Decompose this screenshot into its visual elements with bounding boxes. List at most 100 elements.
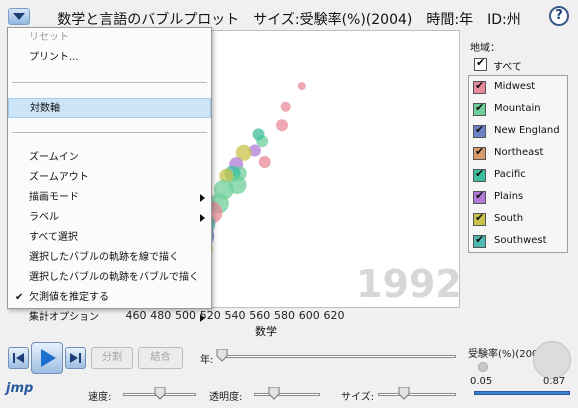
menu-item[interactable]: 選択したバブルの軌跡をバブルで描く bbox=[8, 268, 211, 288]
legend-checkbox[interactable]: ✔ bbox=[473, 101, 486, 116]
legend-panel: ✔ Midwest ✔ Mountain ✔ New England ✔ Northeast ✔… bbox=[468, 75, 568, 253]
context-menu: リセットプリント... 対数軸ズームインズームアウト 描画モードラベルすべて選択選択… bbox=[7, 27, 212, 323]
legend-title: 地域： bbox=[470, 43, 500, 54]
legend-checkbox[interactable]: ✔ bbox=[473, 145, 486, 160]
combine-button[interactable]: 結合 bbox=[138, 347, 183, 369]
menu-item[interactable]: 対数軸 bbox=[8, 98, 211, 118]
split-button[interactable]: 分割 bbox=[91, 347, 133, 369]
menu-item-label: ズームアウト bbox=[29, 172, 89, 183]
chevron-right-icon bbox=[200, 194, 205, 202]
play-icon bbox=[41, 349, 56, 367]
menu-item[interactable]: 集計オプション bbox=[8, 308, 211, 328]
legend-all-label: すべて bbox=[493, 62, 522, 73]
menu-item[interactable]: ズームイン bbox=[8, 148, 211, 168]
bubble-size-range-track[interactable] bbox=[474, 391, 570, 395]
checkmark-icon: ✔ bbox=[475, 123, 485, 136]
menu-item-label: すべて選択 bbox=[29, 232, 78, 243]
checkmark-icon: ✔ bbox=[15, 292, 24, 303]
legend-item-label: Mountain bbox=[494, 103, 541, 114]
bubble[interactable] bbox=[297, 82, 306, 91]
menu-item: リセット bbox=[8, 28, 211, 48]
legend-item[interactable]: ✔ New England bbox=[473, 123, 565, 140]
menu-item[interactable]: 欠測値を推定する ✔ bbox=[8, 288, 211, 308]
year-slider-thumb[interactable] bbox=[216, 349, 228, 362]
legend-item-label: Pacific bbox=[494, 169, 526, 180]
menu-item[interactable]: すべて選択 bbox=[8, 228, 211, 248]
legend-item-label: New England bbox=[494, 125, 560, 136]
menu-separator bbox=[12, 132, 207, 134]
forward-button[interactable] bbox=[65, 347, 86, 369]
legend-item-label: Plains bbox=[494, 191, 524, 202]
bubble[interactable] bbox=[276, 119, 288, 132]
menu-item-label: ラベル bbox=[29, 212, 59, 223]
legend-checkbox[interactable]: ✔ bbox=[473, 233, 486, 248]
bubble-size-min-marker bbox=[478, 362, 488, 372]
menu-separator bbox=[12, 82, 207, 84]
bubble[interactable] bbox=[280, 101, 291, 112]
skip-back-icon bbox=[13, 353, 24, 363]
year-slider-track[interactable] bbox=[218, 355, 456, 358]
transparency-slider-track[interactable] bbox=[254, 393, 320, 396]
x-axis-title: 数学 bbox=[255, 325, 277, 338]
year-display: 1992 bbox=[356, 262, 462, 306]
speed-label: 速度: bbox=[88, 392, 112, 403]
legend-item[interactable]: ✔ Pacific bbox=[473, 167, 565, 184]
checkmark-icon: ✔ bbox=[475, 145, 485, 158]
menu-item-label: ズームイン bbox=[29, 152, 79, 163]
checkmark-icon: ✔ bbox=[475, 101, 485, 114]
menu-item-label: 描画モード bbox=[29, 192, 79, 203]
legend-checkbox[interactable]: ✔ bbox=[473, 189, 486, 204]
checkmark-icon: ✔ bbox=[476, 56, 486, 69]
legend-all-checkbox[interactable]: ✔ bbox=[474, 56, 487, 71]
bubble[interactable] bbox=[258, 156, 271, 168]
legend-item-label: Midwest bbox=[494, 81, 536, 92]
x-tick-label: 620 bbox=[323, 309, 345, 322]
legend-checkbox[interactable]: ✔ bbox=[473, 123, 486, 138]
checkmark-icon: ✔ bbox=[475, 189, 485, 202]
question-circle-icon[interactable]: ? bbox=[549, 6, 569, 26]
legend-item[interactable]: ✔ Plains bbox=[473, 189, 565, 206]
menu-item-label: 対数軸 bbox=[30, 103, 60, 114]
chart-title: 数学と言語のバブルプロット サイズ:受験率(%)(2004) 時間:年 ID:州 bbox=[57, 12, 521, 28]
menu-item-label: リセット bbox=[29, 32, 69, 43]
checkmark-icon: ✔ bbox=[475, 233, 485, 246]
menu-item-label: 欠測値を推定する bbox=[29, 292, 109, 303]
menu-item-label: 集計オプション bbox=[29, 312, 99, 323]
menu-item-label: 選択したバブルの軌跡をバブルで描く bbox=[29, 272, 199, 283]
year-label: 年: bbox=[200, 355, 214, 366]
speed-slider-thumb[interactable] bbox=[154, 387, 166, 400]
checkmark-icon: ✔ bbox=[475, 211, 485, 224]
legend-checkbox[interactable]: ✔ bbox=[473, 79, 486, 94]
rewind-button[interactable] bbox=[8, 347, 29, 369]
legend-item[interactable]: ✔ South bbox=[473, 211, 565, 228]
checkmark-icon: ✔ bbox=[475, 79, 485, 92]
legend-item[interactable]: ✔ Midwest bbox=[473, 79, 565, 96]
menu-item[interactable]: ズームアウト bbox=[8, 168, 211, 188]
chevron-right-icon bbox=[200, 314, 205, 322]
legend-item-label: South bbox=[494, 213, 524, 224]
jmp-logo: jmp bbox=[6, 381, 34, 396]
legend-item[interactable]: ✔ Southwest bbox=[473, 233, 565, 250]
menu-item[interactable]: 描画モード bbox=[8, 188, 211, 208]
legend-checkbox[interactable]: ✔ bbox=[473, 211, 486, 226]
legend-checkbox[interactable]: ✔ bbox=[473, 167, 486, 182]
bubble-size-max-marker[interactable] bbox=[533, 341, 571, 379]
menu-item[interactable]: プリント... bbox=[8, 48, 211, 68]
legend-item-label: Southwest bbox=[494, 235, 547, 246]
size-label: サイズ: bbox=[341, 392, 375, 403]
menu-item[interactable]: ラベル bbox=[8, 208, 211, 228]
bubble[interactable] bbox=[252, 128, 265, 141]
play-button[interactable] bbox=[31, 342, 63, 374]
menu-item[interactable]: 選択したバブルの軌跡を線で描く bbox=[8, 248, 211, 268]
transparency-slider-thumb[interactable] bbox=[268, 387, 280, 400]
chevron-right-icon bbox=[200, 214, 205, 222]
menu-item-label: 選択したバブルの軌跡を線で描く bbox=[29, 252, 179, 263]
size-slider-track[interactable] bbox=[378, 393, 456, 396]
legend-item-label: Northeast bbox=[494, 147, 544, 158]
legend-item[interactable]: ✔ Mountain bbox=[473, 101, 565, 118]
size-slider-thumb[interactable] bbox=[398, 387, 410, 400]
legend-item[interactable]: ✔ Northeast bbox=[473, 145, 565, 162]
menu-item-label: プリント... bbox=[29, 52, 79, 63]
bubble-size-max-value: 0.87 bbox=[543, 376, 566, 387]
transparency-label: 透明度: bbox=[209, 392, 243, 403]
